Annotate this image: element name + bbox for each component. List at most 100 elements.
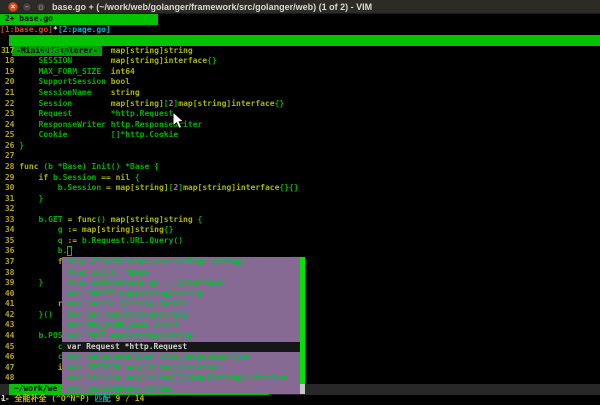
- line-number: 25: [0, 130, 19, 139]
- buffer-item-page-go[interactable]: [2:page.go]: [58, 25, 111, 34]
- code-line[interactable]: 30 b.Session = map[string][2]map[string]…: [0, 183, 600, 194]
- code-text: MAX_FORM_SIZE: [19, 67, 111, 76]
- code-text: SessionName: [19, 88, 111, 97]
- popup-scrollbar[interactable]: [300, 257, 305, 394]
- code-text: bool: [111, 77, 130, 86]
- line-number: 21: [0, 88, 19, 97]
- code-line[interactable]: 35 q := b.Request.URL.Query(): [0, 236, 600, 247]
- code-text: Session: [19, 99, 111, 108]
- maximize-icon[interactable]: ▢: [36, 2, 46, 12]
- code-text: }: [19, 278, 43, 287]
- code-text: Cookie []*http.Cookie: [19, 130, 178, 139]
- line-number: 46: [0, 352, 19, 361]
- code-line[interactable]: 26 }: [0, 141, 600, 152]
- code-line[interactable]: 22 Session map[string][2]map[string]inte…: [0, 99, 600, 110]
- code-text: q: [19, 236, 67, 245]
- code-text: func: [77, 215, 96, 224]
- code-text: {: [193, 215, 203, 224]
- completion-item[interactable]: var MAX_FORM_SIZE int64: [62, 320, 300, 331]
- line-number: 43: [0, 320, 19, 329]
- code-text: map[string]interface: [183, 183, 279, 192]
- code-text: {}: [207, 56, 217, 65]
- cmdline-dashes: --: [0, 394, 14, 403]
- completion-item[interactable]: var GET map[string]string: [62, 310, 300, 321]
- minimize-icon[interactable]: –: [22, 2, 32, 12]
- code-line[interactable]: 34 g := map[string]string{}: [0, 225, 600, 236]
- code-text: {: [135, 173, 140, 182]
- command-line: -- 全能补全 (^O^N^P) 匹配 9 / 14: [0, 394, 600, 405]
- code-text: string: [111, 88, 140, 97]
- completion-item[interactable]: func Init() *Base: [62, 268, 300, 279]
- tab-label[interactable]: 2+ base.go: [0, 14, 158, 25]
- code-text: f: [19, 257, 62, 266]
- code-text: :=: [67, 236, 81, 245]
- line-number: 40: [0, 289, 19, 298]
- line-number: 22: [0, 99, 19, 108]
- code-text: }: [19, 194, 43, 203]
- mouse-pointer-icon: [172, 111, 185, 130]
- code-line[interactable]: 28 func (b *Base) Init() *Base {: [0, 162, 600, 173]
- code-line[interactable]: 23 Request *http.Request: [0, 109, 600, 120]
- code-text: func: [19, 162, 43, 171]
- line-number: 24: [0, 120, 19, 129]
- code-line[interactable]: 21 SessionName string: [0, 88, 600, 99]
- line-number: 30: [0, 183, 19, 192]
- code-line[interactable]: 27: [0, 151, 600, 162]
- code-line[interactable]: 29 if b.Session == nil {: [0, 173, 600, 184]
- line-number: 45: [0, 342, 19, 351]
- line-number: 36: [0, 246, 19, 255]
- line-number: 41: [0, 299, 19, 308]
- code-text: b.Request.URL.Query(): [82, 236, 183, 245]
- vim-window: × – ▢ base.go + (~/work/web/golanger/fra…: [0, 0, 600, 405]
- line-number: 31: [0, 194, 19, 203]
- completion-item[interactable]: var Session map[string][2]map[string]int…: [62, 373, 300, 384]
- completion-item[interactable]: var POST map[string]string: [62, 331, 300, 342]
- popup-scrollbar-thumb[interactable]: [300, 257, 305, 384]
- code-text: SESSION: [19, 56, 111, 65]
- completion-item[interactable]: var SessionName string: [62, 384, 300, 395]
- completion-item[interactable]: var ResponseWriter http.ResponseWriter: [62, 352, 300, 363]
- code-text: Request *http.Request: [19, 109, 173, 118]
- line-number: 27: [0, 151, 19, 160]
- close-icon[interactable]: ×: [8, 2, 18, 12]
- code-line[interactable]: 31 }: [0, 194, 600, 205]
- code-text: b.: [19, 246, 67, 255]
- completion-item[interactable]: var Request *http.Request: [62, 342, 300, 353]
- code-line[interactable]: 20 SupportSession bool: [0, 77, 600, 88]
- line-number: 37: [0, 257, 19, 266]
- code-text: }(): [19, 310, 53, 319]
- completion-item[interactable]: var Cookie []*http.Cookie: [62, 299, 300, 310]
- code-text: {}: [164, 225, 174, 234]
- window-title: base.go + (~/work/web/golanger/framework…: [52, 2, 372, 12]
- code-line[interactable]: 18 SESSION map[string]interface{}: [0, 56, 600, 67]
- line-number: 33: [0, 215, 19, 224]
- code-text: b.Session: [53, 173, 101, 182]
- code-text: :=: [67, 225, 81, 234]
- code-line[interactable]: 36 b.: [0, 246, 600, 257]
- line-number: 47: [0, 363, 19, 372]
- code-text: }: [19, 141, 24, 150]
- line-number: 44: [0, 331, 19, 340]
- completion-item[interactable]: func SetCookie(args ...interface): [62, 278, 300, 289]
- line-number: 34: [0, 225, 19, 234]
- code-line[interactable]: 25 Cookie []*http.Cookie: [0, 130, 600, 141]
- code-text: {}: [275, 99, 285, 108]
- code-text: r: [19, 299, 62, 308]
- completion-item[interactable]: func ClearSession(sessionSign string): [62, 257, 300, 268]
- cmdline-match-count: 9 / 14: [115, 394, 144, 403]
- line-number: 18: [0, 56, 19, 65]
- code-text: map[string]string: [82, 225, 164, 234]
- code-text: (): [96, 215, 110, 224]
- completion-item[interactable]: var SESSION map[string]interface: [62, 363, 300, 374]
- code-text: b.GET: [19, 215, 67, 224]
- buffer-item-base-go[interactable]: [1:base.go]: [0, 25, 53, 34]
- completion-item[interactable]: var COOKIE map[string]string: [62, 289, 300, 300]
- popup-scrollbar-track[interactable]: [300, 384, 305, 395]
- line-number: 19: [0, 67, 19, 76]
- code-text: map[string]string: [111, 46, 193, 55]
- cursor-block: [67, 246, 72, 256]
- line-number: 35: [0, 236, 19, 245]
- code-text: i: [19, 363, 62, 372]
- tabline: 2+ base.go: [0, 14, 600, 25]
- code-line[interactable]: 32: [0, 204, 600, 215]
